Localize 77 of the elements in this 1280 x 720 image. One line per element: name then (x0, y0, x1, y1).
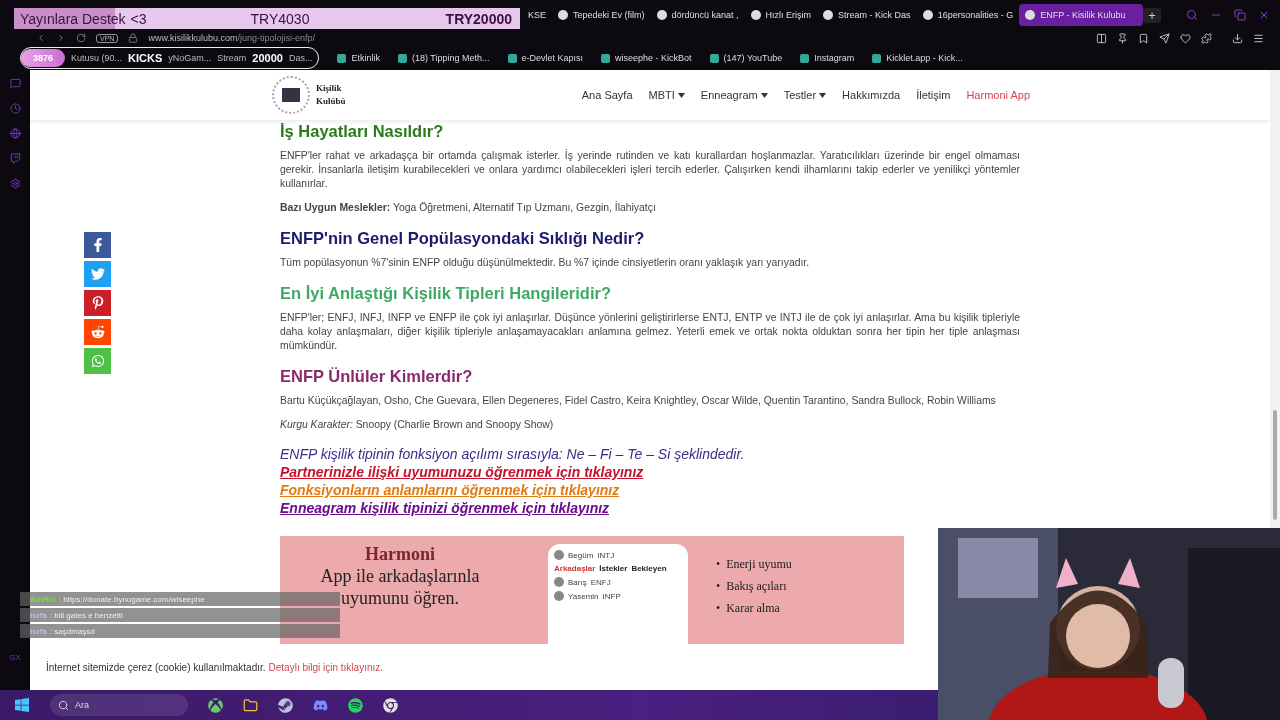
logo-text[interactable]: Kişilik Kulübü (316, 82, 346, 108)
chat-username: isrfa (30, 610, 47, 620)
nav-link[interactable]: MBTI (648, 89, 685, 101)
kicks-label: KICKS (128, 52, 163, 64)
app-banner[interactable]: Harmoni App ile arkadaşlarınla uyumunu öğren. Begüm INTJ Arkadaşlar İstekler Bekleyen Barış ENFJ Yasemin INFP • Enerji uyumu • Bakış açıları • Karar alma (280, 536, 904, 644)
browser-tab[interactable]: dördüncü kanat , (650, 4, 745, 26)
phone-tab-label: Bekleyen (631, 564, 667, 573)
address-field[interactable]: www.kisilikkulubu.com/jung-tipolojisi-enfp/ (148, 33, 315, 43)
banner-subtitle: uyumunu öğren. (341, 587, 459, 609)
browser-tab[interactable]: ENFP - Kisilik Kulubu (1019, 4, 1144, 26)
friend-name: Barış (568, 577, 587, 587)
bullet-marker: • (716, 600, 721, 616)
profile-name: Begüm (568, 550, 594, 560)
bookmark[interactable]: Kicklet.app - Kick... (886, 53, 963, 63)
paragraph: Tüm popülasyonun %7'sinin ENFP olduğu düşünülmektedir. Bu %7 içinde cinsiyetlerin oranı yaklaşık yarı yarıyadır. (280, 256, 811, 270)
chat-text: : saşdmaşsd (49, 626, 95, 636)
donation-goal: TRY20000 (445, 10, 512, 27)
bullet-marker: • (716, 578, 721, 594)
bookmark[interactable]: Stream (217, 53, 247, 63)
new-tab-button[interactable]: + (1143, 7, 1161, 23)
text-link[interactable]: Partnerinizle ilişki uyumunuzu öğrenmek için tıklayınız (280, 464, 644, 480)
bookmark[interactable]: Instagram (814, 53, 855, 63)
bookmark[interactable]: Kutusu (90... (71, 53, 123, 63)
paragraph: Bazı Uygun Meslekler: Yoga Öğretmeni, Alternatif Tıp Uzmanı, Gezgin, İlahiyatçı (280, 201, 657, 215)
chat-username: BotRix (30, 594, 56, 604)
nav-link[interactable]: Harmoni App (966, 89, 1030, 101)
banner-subtitle: App ile arkadaşlarınla (320, 565, 480, 587)
banner-bullet: Bakış açıları (726, 578, 787, 594)
browser-tab[interactable]: KSE (522, 4, 552, 26)
taskbar-search[interactable]: Ara (50, 694, 188, 716)
nav-link[interactable]: Hakkımızda (842, 89, 901, 101)
bookmark[interactable]: yNoGam... (168, 53, 212, 63)
section-heading: ENFP Ünlüler Kimlerdir? (280, 367, 474, 386)
viewer-count: 3876 (21, 49, 66, 67)
friend-name: Yasemin (568, 591, 599, 601)
banner-title: Harmoni (365, 544, 435, 565)
chat-text: : bill gates e benzetti (49, 610, 123, 620)
sidebar-label: GX (9, 653, 21, 662)
paragraph: ENFP'ler rahat ve arkadaşça bir ortamda çalışmak isterler. İş yerinde rutinden ve katı kurallardan hoşlanmazlar. Yaratıcılıkları üzerinde bir engel olmaması gerekir. İnsanlarla iletişim kurabilecekleri ve onlara yardımcı olabilecekleri işleri tercih ederler. Çalışırken kendi ilhamlarını takip ederler ve yenilikçi yöntemler kullanırlar. (280, 149, 1020, 191)
browser-tab[interactable]: Tepedeki Ev (film) (552, 4, 651, 26)
nav-link[interactable]: Enneagram (700, 89, 768, 101)
browser-tab[interactable]: Stream - Kick Das (817, 4, 917, 26)
bookmark[interactable]: e-Devlet Kapısı (521, 53, 584, 63)
browser-tab[interactable]: 16personalities - G (916, 4, 1020, 26)
section-heading: En İyi Anlaştığı Kişilik Tipleri Hangileridir? (280, 284, 612, 303)
nav-link[interactable]: Ana Sayfa (581, 89, 633, 101)
kicks-goal: 20000 (252, 52, 283, 64)
bookmark[interactable]: wiseephe - KickBot (615, 53, 692, 63)
chat-username: isrfa (30, 626, 47, 636)
donation-label: Yayınlara Destek (20, 10, 126, 27)
cookie-link[interactable]: Detaylı bilgi için tıklayınız. (268, 661, 384, 673)
paragraph: ENFP'ler; ENFJ, INFJ, INFP ve ENFP ile çok iyi anlaşırlar. Düşünce yönlerini geliştirirlerse ENTJ, ENTP ve INTJ ile de çok iyi anlaşırlar. Ama bu kişilik tipleriyle daha kolay anlaşmaları, diğer kişilik tipleriyle anlaşamayacakları anlamına gelmez. Yeterli emek ve ortak nokta olduktan sonra her tipin her tiple anlaşması mümkündür. (280, 311, 1020, 353)
bookmark[interactable]: (18) Tipping Meth... (411, 53, 490, 63)
friend-type: INFP (602, 591, 621, 601)
paragraph: Kurgu Karakter: Snoopy (Charlie Brown and Snoopy Show) (280, 418, 555, 432)
function-sentence: ENFP kişilik tipinin fonksiyon açılımı sırasıyla: Ne – Fi – Te – Si şeklindedir. (280, 446, 746, 462)
chat-text: : https://donate.bynogame.com/wiseephe (58, 594, 205, 604)
friend-type: ENFJ (590, 577, 611, 587)
bookmark[interactable]: Etkinlik (351, 53, 380, 63)
section-heading: ENFP'nin Genel Popülasyondaki Sıklığı Nedir? (280, 229, 646, 248)
banner-bullet: Karar alma (726, 600, 780, 616)
banner-bullet: Enerji uyumu (726, 556, 792, 572)
text-link[interactable]: Enneagram kişilik tipinizi öğrenmek için tıklayınız (280, 500, 610, 516)
bookmark[interactable]: Das... (288, 53, 313, 63)
section-heading: İş Hayatları Nasıldır? (280, 122, 445, 141)
nav-link[interactable]: Testler (783, 89, 827, 101)
profile-type: INTJ (597, 550, 615, 560)
donation-current: TRY4030 (250, 10, 310, 27)
phone-tab-label: İstekler (599, 564, 628, 573)
paragraph: Bartu Küçükçağlayan, Osho, Che Guevara, Ellen Degeneres, Fidel Castro, Keira Knightley, Oscar Wilde, Quentin Tarantino, Sandra Bullock, Robin Williams (280, 394, 997, 408)
bookmark[interactable]: (147) YouTube (723, 53, 783, 63)
cookie-notice: İnternet sitemizde çerez (cookie) kullanılmaktadır. (46, 661, 266, 673)
browser-tab[interactable]: Hızlı Erişim (744, 4, 818, 26)
phone-tab-label: Arkadaşlar (554, 564, 596, 573)
heart-text: <3 (130, 10, 147, 27)
nav-link[interactable]: İletişim (916, 89, 951, 101)
bullet-marker: • (716, 556, 721, 572)
